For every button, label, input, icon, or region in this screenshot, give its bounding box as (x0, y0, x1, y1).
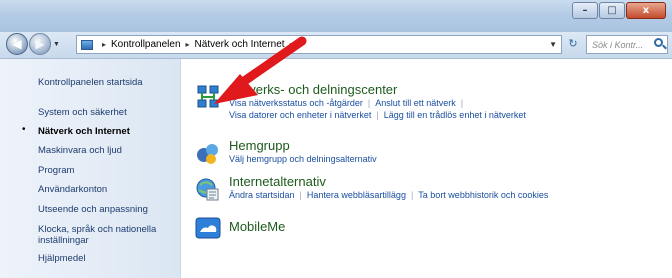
category-internet-options: Internetalternativ Ändra startsidan | Hant… (229, 174, 549, 200)
window-controls: – □ x (571, 2, 666, 19)
breadcrumb-separator: ▸ (102, 40, 107, 49)
navigation-bar: ◀ ▶ ▼ ▸ Kontrollpanelen ▸ Nätverk och In… (0, 32, 672, 59)
title-bar: – □ x (0, 0, 672, 32)
sidebar: Kontrollpanelen startsida System och säk… (0, 59, 181, 278)
category-network-center: Nätverks- och delningscenter Visa nätver… (229, 82, 526, 120)
address-bar[interactable]: ▸ Kontrollpanelen ▸ Nätverk och Internet… (76, 35, 562, 54)
homegroup-icon[interactable] (195, 140, 221, 166)
breadcrumb-separator: ▸ (289, 40, 294, 49)
sidebar-item-klocka-line2[interactable]: inställningar (38, 235, 89, 246)
category-mobileme: MobileMe (229, 219, 285, 234)
search-box[interactable]: Sök i Kontr... (586, 35, 668, 54)
mobileme-title[interactable]: MobileMe (229, 219, 285, 234)
internet-options-title[interactable]: Internetalternativ (229, 174, 548, 189)
sidebar-item-startsida[interactable]: Kontrollpanelen startsida (38, 77, 143, 88)
sidebar-item-program[interactable]: Program (38, 165, 74, 176)
back-button[interactable]: ◀ (6, 33, 28, 55)
network-center-title[interactable]: Nätverks- och delningscenter (229, 82, 526, 97)
link-network-status[interactable]: Visa nätverksstatus och -åtgärder (229, 98, 363, 108)
close-button[interactable]: x (626, 2, 666, 19)
maximize-button[interactable]: □ (599, 2, 625, 19)
minimize-button[interactable]: – (572, 2, 598, 19)
search-icon[interactable] (654, 38, 663, 47)
sidebar-item-system[interactable]: System och säkerhet (38, 107, 127, 118)
mobileme-icon[interactable] (195, 215, 221, 241)
link-view-computers[interactable]: Visa datorer och enheter i nätverket (229, 110, 371, 120)
link-connect-network[interactable]: Anslut till ett nätverk (375, 98, 456, 108)
link-manage-addons[interactable]: Hantera webbläsartillägg (307, 190, 406, 200)
sidebar-item-utseende[interactable]: Utseende och anpassning (38, 204, 148, 215)
breadcrumb-separator: ▸ (185, 40, 190, 49)
link-homegroup-options[interactable]: Välj hemgrupp och delningsalternativ (229, 154, 377, 164)
sidebar-item-maskinvara[interactable]: Maskinvara och ljud (38, 145, 122, 156)
sidebar-item-natverk: Nätverk och Internet (38, 126, 130, 137)
link-delete-history[interactable]: Ta bort webbhistorik och cookies (418, 190, 548, 200)
sidebar-item-klocka[interactable]: Klocka, språk och nationella (38, 224, 156, 235)
sidebar-item-anvandarkonton[interactable]: Användarkonton (38, 184, 107, 195)
recent-pages-dropdown-icon[interactable]: ▼ (53, 41, 60, 48)
active-bullet-icon: • (22, 124, 26, 135)
breadcrumb-natverk-och-internet[interactable]: Nätverk och Internet (195, 39, 285, 50)
sidebar-item-hjalpmedel[interactable]: Hjälpmedel (38, 253, 86, 264)
refresh-icon[interactable]: ↻ (564, 37, 582, 53)
breadcrumb-kontrollpanelen[interactable]: Kontrollpanelen (111, 39, 181, 50)
search-input[interactable]: Sök i Kontr... (592, 40, 643, 50)
link-add-wireless-device[interactable]: Lägg till en trådlös enhet i nätverket (384, 110, 526, 120)
main-content: Nätverks- och delningscenter Visa nätver… (181, 59, 672, 278)
control-panel-icon (81, 39, 93, 50)
homegroup-title[interactable]: Hemgrupp (229, 138, 377, 153)
link-change-homepage[interactable]: Ändra startsidan (229, 190, 295, 200)
network-center-icon[interactable] (195, 84, 221, 110)
address-dropdown-icon[interactable]: ▼ (549, 40, 557, 49)
internet-options-icon[interactable] (195, 176, 221, 202)
category-homegroup: Hemgrupp Välj hemgrupp och delningsalter… (229, 138, 377, 165)
forward-button[interactable]: ▶ (29, 33, 51, 55)
